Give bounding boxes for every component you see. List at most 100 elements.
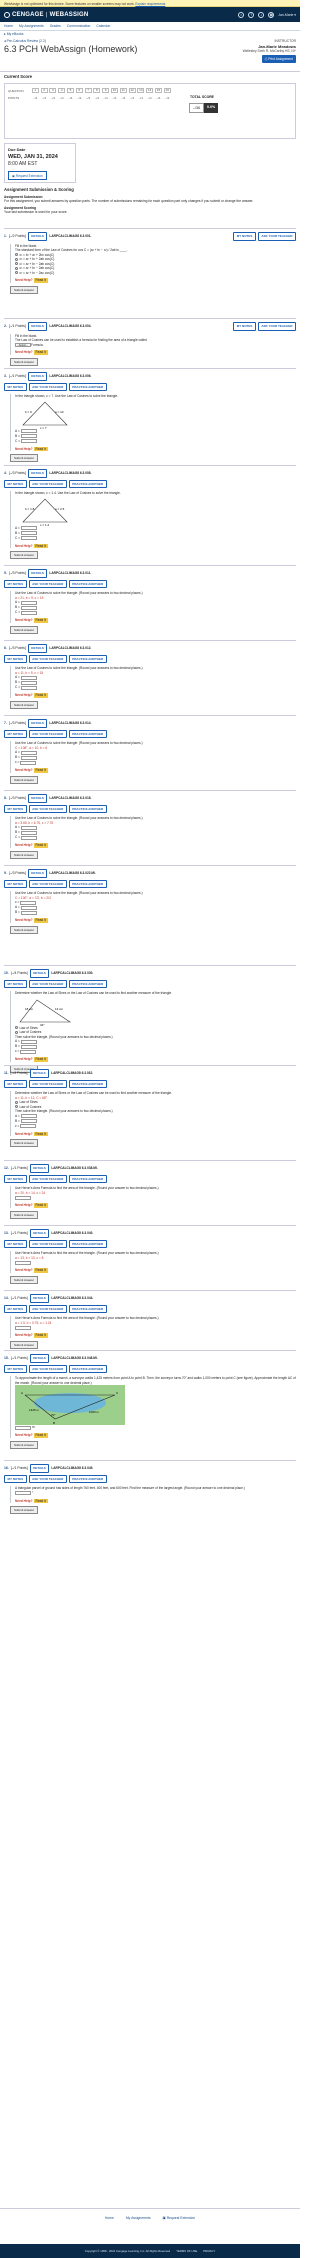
home-icon[interactable]: ⌂ [238, 11, 245, 18]
practice-another-button[interactable]: PRACTICE ANOTHER [68, 654, 107, 664]
answer-input[interactable] [15, 1325, 31, 1330]
my-notes-button[interactable]: MY NOTES [4, 979, 27, 989]
question-link[interactable]: 14 [146, 88, 154, 93]
ask-teacher-button[interactable]: ASK YOUR TEACHER [28, 804, 67, 814]
read-it-button[interactable]: Read It [33, 350, 48, 355]
my-notes-button[interactable]: MY NOTES [4, 1304, 27, 1314]
answer-input[interactable] [20, 910, 37, 915]
answer-input[interactable] [21, 610, 38, 615]
submit-answer-button[interactable]: Submit Answer [10, 1340, 39, 1349]
details-button[interactable]: DETAILS [29, 1069, 50, 1078]
answer-input[interactable] [21, 685, 38, 690]
details-button[interactable]: DETAILS [29, 1354, 50, 1363]
read-it-button[interactable]: Read It [33, 446, 48, 452]
ask-teacher-button[interactable]: ASK YOUR TEACHER [257, 232, 296, 241]
submit-answer-button[interactable]: Submit Answer [10, 775, 39, 784]
details-button[interactable]: DETAILS [27, 322, 48, 331]
my-ebooks-link[interactable]: My eBooks [7, 32, 24, 36]
read-it-button[interactable]: Read It [33, 1333, 48, 1338]
practice-another-button[interactable]: PRACTICE ANOTHER [68, 729, 107, 739]
help-icon[interactable]: ? [248, 11, 255, 18]
footer-extension-link[interactable]: ▣ Request Extension [163, 2216, 196, 2220]
radio-button[interactable] [15, 266, 18, 270]
answer-input[interactable] [21, 835, 38, 840]
submit-answer-button[interactable]: Submit Answer [10, 850, 39, 859]
read-it-button[interactable]: Read It [33, 1433, 48, 1438]
radio-button[interactable] [15, 1105, 18, 1109]
details-button[interactable]: DETAILS [29, 1164, 50, 1173]
question-link[interactable]: 4 [58, 88, 66, 93]
radio-button[interactable] [15, 253, 18, 257]
read-it-button[interactable]: Read It [33, 1498, 48, 1504]
my-notes-button[interactable]: MY NOTES [4, 879, 27, 889]
submit-answer-button[interactable]: Submit Answer [10, 700, 39, 709]
logo[interactable]: CENGAGE | WEBASSIGN [4, 11, 88, 18]
answer-input[interactable] [20, 1049, 37, 1054]
details-button[interactable]: DETAILS [27, 869, 48, 878]
read-it-button[interactable]: Read It [33, 1057, 48, 1062]
details-button[interactable]: DETAILS [27, 644, 48, 653]
practice-another-button[interactable]: PRACTICE ANOTHER [68, 979, 107, 989]
ask-teacher-button[interactable]: ASK YOUR TEACHER [28, 479, 67, 489]
ask-teacher-button[interactable]: ASK YOUR TEACHER [28, 1174, 67, 1184]
answer-input[interactable] [20, 1039, 37, 1044]
ask-teacher-button[interactable]: ASK YOUR TEACHER [28, 879, 67, 889]
question-link[interactable]: 9 [102, 88, 110, 93]
answer-input[interactable] [20, 605, 37, 610]
answer-input[interactable] [20, 600, 37, 605]
answer-input[interactable] [20, 675, 37, 680]
privacy-link[interactable]: PRIVACY [203, 2249, 215, 2253]
details-button[interactable]: DETAILS [29, 1229, 50, 1238]
details-button[interactable]: DETAILS [29, 969, 50, 978]
nav-calendar[interactable]: Calendar [96, 24, 110, 28]
details-button[interactable]: DETAILS [27, 469, 48, 478]
submit-answer-button[interactable]: Submit Answer [10, 1139, 39, 1148]
practice-another-button[interactable]: PRACTICE ANOTHER [68, 804, 107, 814]
submit-answer-button[interactable]: Submit Answer [10, 454, 39, 463]
question-link[interactable]: 2 [40, 88, 48, 93]
details-button[interactable]: DETAILS [27, 719, 48, 728]
answer-input[interactable] [20, 900, 37, 905]
question-link[interactable]: 8 [93, 88, 101, 93]
read-it-button[interactable]: Read It [33, 693, 48, 698]
request-extension-button[interactable]: ▣ Request Extension [8, 171, 47, 180]
ask-teacher-button[interactable]: ASK YOUR TEACHER [28, 1239, 67, 1249]
ask-teacher-button[interactable]: ASK YOUR TEACHER [28, 1304, 67, 1314]
submit-answer-button[interactable]: Submit Answer [10, 285, 39, 294]
practice-another-button[interactable]: PRACTICE ANOTHER [68, 579, 107, 589]
answer-input[interactable] [20, 1119, 37, 1124]
my-notes-button[interactable]: MY NOTES [4, 382, 27, 392]
submit-answer-button[interactable]: Submit Answer [10, 1506, 39, 1515]
practice-another-button[interactable]: PRACTICE ANOTHER [68, 1474, 107, 1484]
practice-another-button[interactable]: PRACTICE ANOTHER [68, 1174, 107, 1184]
formula-select[interactable]: --Select-- [15, 342, 31, 347]
nav-communication[interactable]: Communication [67, 24, 91, 28]
answer-input[interactable] [21, 536, 38, 541]
my-notes-button[interactable]: MY NOTES [4, 804, 27, 814]
ask-teacher-button[interactable]: ASK YOUR TEACHER [28, 382, 67, 392]
my-notes-button[interactable]: MY NOTES [4, 1174, 27, 1184]
submit-answer-button[interactable]: Submit Answer [10, 551, 39, 560]
details-button[interactable]: DETAILS [29, 1294, 50, 1303]
ask-teacher-button[interactable]: ASK YOUR TEACHER [28, 979, 67, 989]
question-link[interactable]: 7 [84, 88, 92, 93]
practice-another-button[interactable]: PRACTICE ANOTHER [68, 479, 107, 489]
ask-teacher-button[interactable]: ASK YOUR TEACHER [28, 729, 67, 739]
user-menu[interactable]: Jan-Marie ▾ [278, 13, 296, 17]
bell-icon[interactable]: ♪ [258, 11, 265, 18]
radio-button[interactable] [15, 1026, 18, 1030]
nav-home[interactable]: Home [4, 24, 13, 28]
details-button[interactable]: DETAILS [27, 372, 48, 381]
radio-button[interactable] [15, 257, 18, 261]
answer-input[interactable] [20, 434, 37, 439]
read-it-button[interactable]: Read It [33, 278, 48, 283]
details-button[interactable]: DETAILS [27, 232, 48, 241]
footer-assignments-link[interactable]: My Assignments [126, 2216, 151, 2220]
read-it-button[interactable]: Read It [33, 768, 48, 773]
answer-input[interactable] [15, 1491, 31, 1496]
question-link[interactable]: 3 [49, 88, 57, 93]
practice-another-button[interactable]: PRACTICE ANOTHER [68, 879, 107, 889]
terms-link[interactable]: TERMS OF USE [176, 2249, 197, 2253]
my-notes-button[interactable]: MY NOTES [4, 1474, 27, 1484]
banner-link[interactable]: Explain requirements [135, 2, 165, 6]
